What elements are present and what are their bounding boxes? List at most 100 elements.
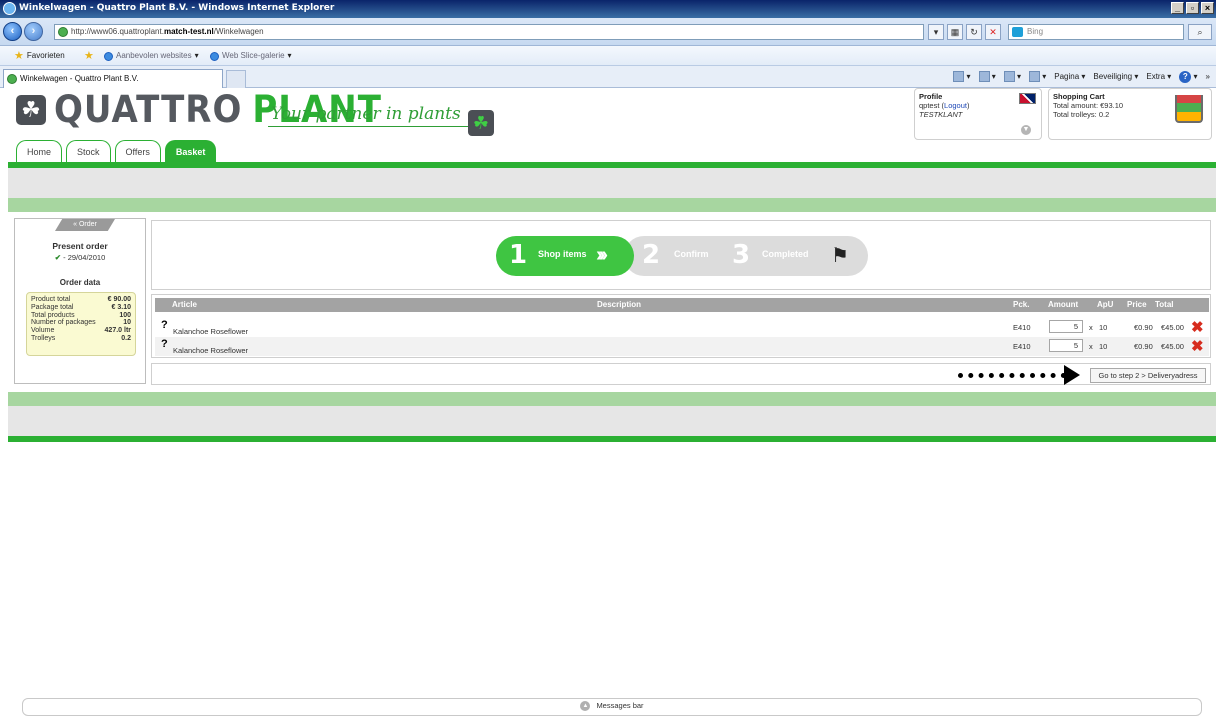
package-code: E410 (1013, 323, 1031, 332)
window-title: Winkelwagen - Quattro Plant B.V. - Windo… (19, 3, 335, 13)
ie-page-icon (210, 51, 219, 61)
window-titlebar: Winkelwagen - Quattro Plant B.V. - Windo… (0, 0, 1216, 18)
col-price: Price (1127, 300, 1147, 309)
bing-icon (1012, 27, 1023, 37)
address-input[interactable]: http://www06.quattroplant.match-test.nl/… (54, 24, 924, 40)
back-button[interactable]: ‹ (3, 22, 22, 41)
step-3-label: Completed (762, 249, 809, 259)
amount-input[interactable]: 5 (1049, 320, 1083, 333)
col-pck: Pck. (1013, 300, 1030, 309)
dropdown-icon[interactable]: ▾ (928, 24, 944, 40)
question-icon[interactable]: ? (161, 319, 168, 331)
more-chevron-icon[interactable]: » (1206, 70, 1210, 84)
add-favorite-button[interactable]: ★ (84, 46, 94, 66)
order-data-row: Package total € 3.10 (31, 303, 131, 311)
table-row: ? Kalanchoe Roseflower E410 5 x 10 €0.90… (155, 318, 1209, 337)
order-data-row: Product total € 90.00 (31, 296, 131, 303)
step-1-label[interactable]: Shop items (538, 249, 587, 259)
forward-button[interactable]: › (24, 22, 43, 41)
close-window-button[interactable]: × (1201, 2, 1214, 14)
site-tagline: Your partner in plants (271, 104, 461, 124)
add-star-icon: ★ (84, 50, 94, 62)
refresh-icon[interactable]: ↻ (966, 24, 982, 40)
order-date: ✔ - 29/04/2010 (15, 253, 145, 262)
help-icon[interactable]: ? ▾ (1179, 70, 1198, 84)
apu-value: 10 (1099, 342, 1108, 351)
col-total: Total (1155, 300, 1174, 309)
favorites-label: Favorieten (26, 51, 65, 60)
apu-value: 10 (1099, 323, 1108, 332)
search-input[interactable]: Bing (1008, 24, 1184, 40)
mail-icon[interactable]: ▾ (1003, 70, 1021, 84)
delete-icon[interactable]: ✖ (1191, 318, 1204, 336)
next-step-button[interactable]: Go to step 2 > Deliveryadress (1090, 368, 1206, 383)
compatibility-icon[interactable]: ▦ (947, 24, 963, 40)
new-tab-button[interactable] (226, 70, 246, 88)
step-2-number: 2 (642, 240, 661, 270)
amount-input[interactable]: 5 (1049, 339, 1083, 352)
favorites-button[interactable]: ★ Favorieten (14, 46, 65, 66)
question-icon[interactable]: ? (161, 338, 168, 350)
minimize-button[interactable]: _ (1171, 2, 1184, 14)
col-apu: ApU (1097, 300, 1114, 309)
maximize-button[interactable]: ▫ (1186, 2, 1199, 14)
total-value: €45.00 (1161, 323, 1184, 332)
col-amount: Amount (1048, 300, 1079, 309)
security-menu[interactable]: Beveiliging ▾ (1093, 70, 1138, 84)
present-order-title: Present order (52, 241, 108, 251)
total-value: €45.00 (1161, 342, 1184, 351)
uk-flag-icon[interactable] (1019, 93, 1036, 104)
arrow-right-icon (1064, 365, 1080, 385)
order-date-value: - 29/04/2010 (63, 253, 106, 262)
stop-icon[interactable]: ✕ (985, 24, 1001, 40)
shopping-cart-box[interactable]: Shopping Cart Total amount: €93.10 Total… (1048, 88, 1212, 140)
order-data-table: Product total € 90.00 Package total € 3.10… (26, 292, 136, 356)
order-sidebar: « Order Present order ✔ - 29/04/2010 Ord… (14, 218, 146, 384)
extra-menu[interactable]: Extra ▾ (1146, 70, 1171, 84)
search-placeholder: Bing (1027, 27, 1044, 36)
suggested-sites-link[interactable]: Aanbevolen websites ▾ (104, 46, 199, 66)
search-icon[interactable]: ⌕ (1188, 24, 1212, 40)
shopping-cart-icon (1175, 95, 1203, 123)
order-tab[interactable]: « Order (55, 219, 115, 231)
browser-tab[interactable]: Winkelwagen - Quattro Plant B.V. (3, 69, 223, 88)
url-prefix: http://www06.quattroplant. (71, 27, 164, 36)
address-tools: ▾ ▦ ↻ ✕ (928, 24, 1001, 40)
tab-basket[interactable]: Basket (164, 140, 217, 162)
print-icon[interactable]: ▾ (1029, 70, 1046, 84)
command-bar: ▾ ▾ ▾ ▾ Pagina ▾ Beveiliging ▾ Extra ▾ ?… (953, 70, 1210, 84)
grey-band (8, 406, 1216, 436)
address-bar-row: ‹ › http://www06.quattroplant.match-test… (0, 18, 1216, 46)
browser-tab-title: Winkelwagen - Quattro Plant B.V. (20, 74, 139, 83)
url-suffix: /Winkelwagen (213, 27, 264, 36)
tab-stock[interactable]: Stock (66, 140, 111, 162)
step-3-number: 3 (732, 240, 751, 270)
checkmark-icon: ✔ (54, 253, 62, 262)
table-row: ? Kalanchoe Roseflower E410 5 x 10 €0.90… (155, 337, 1209, 356)
logout-link[interactable]: Logout (944, 101, 967, 110)
messages-bar[interactable]: ▲ Messages bar (22, 698, 1202, 716)
feeds-icon[interactable]: ▾ (978, 70, 996, 84)
grey-band (8, 168, 1216, 198)
ie-page-icon (104, 51, 113, 61)
footer-green-bar (8, 436, 1216, 442)
tab-home[interactable]: Home (16, 140, 63, 162)
order-data-row: Total products 100 (31, 311, 131, 319)
times-sign: x (1089, 342, 1093, 351)
page-menu[interactable]: Pagina ▾ (1054, 70, 1085, 84)
browser-tab-bar: Winkelwagen - Quattro Plant B.V. ▾ ▾ ▾ ▾… (0, 66, 1216, 88)
web-slice-link[interactable]: Web Slice-galerie ▾ (210, 46, 292, 66)
green-band (8, 198, 1216, 212)
favorites-bar: ★ Favorieten ★ Aanbevolen websites ▾ Web… (0, 46, 1216, 66)
chevron-arrows-icon: ››› (596, 244, 608, 266)
logo-quattro: QUATTRO (54, 88, 243, 132)
basket-table-header: Article Description Pck. Amount ApU Pric… (155, 298, 1209, 312)
tab-offers[interactable]: Offers (114, 140, 161, 162)
delete-icon[interactable]: ✖ (1191, 337, 1204, 355)
chevron-down-icon[interactable]: ▼ (1021, 125, 1031, 135)
home-icon[interactable]: ▾ (953, 70, 971, 84)
star-icon: ★ (14, 50, 24, 62)
profile-box: Profile qptest (Logout) TESTKLANT ▼ (914, 88, 1042, 140)
checkout-steps: 1 Shop items ››› 2 Confirm 3 Completed ⚑ (496, 236, 868, 276)
times-sign: x (1089, 323, 1093, 332)
